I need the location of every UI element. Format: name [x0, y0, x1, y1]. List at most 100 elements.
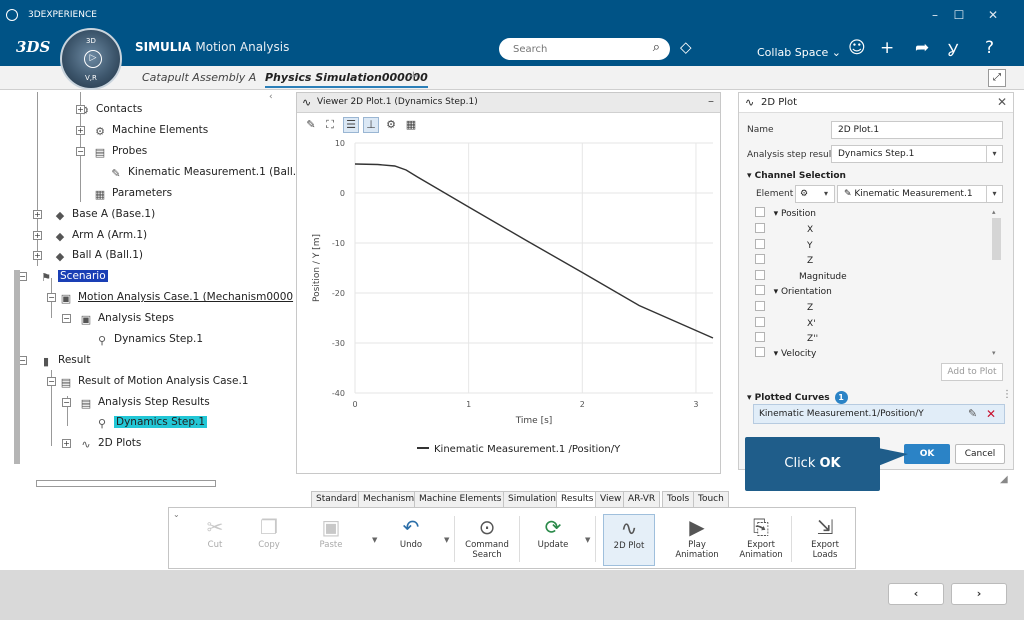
- channel-checkbox[interactable]: [755, 270, 765, 280]
- collapse-icon[interactable]: −: [47, 377, 56, 386]
- tab-ar-vr[interactable]: AR-VR: [623, 491, 661, 508]
- new-tab-icon[interactable]: +: [408, 69, 419, 84]
- channel-checkbox[interactable]: [755, 332, 765, 342]
- table-icon[interactable]: ▦: [403, 117, 419, 133]
- tree-item-kinematic-measurement[interactable]: ✎ Kinematic Measurement.1 (Ball.1: [108, 163, 302, 181]
- profile-icon[interactable]: ☺: [848, 38, 866, 58]
- element-type-dropdown[interactable]: ⚙ ▾: [795, 185, 835, 203]
- next-button[interactable]: ›: [951, 583, 1007, 605]
- delete-curve-icon[interactable]: ✕: [986, 405, 996, 423]
- tree-item-contacts[interactable]: ⚙Contacts: [76, 100, 142, 118]
- more-options-icon[interactable]: ⋮: [1002, 389, 1012, 400]
- cancel-button[interactable]: Cancel: [955, 444, 1005, 464]
- settings-icon[interactable]: ⚙: [383, 117, 399, 133]
- axis-toggle-icon[interactable]: ⊥: [363, 117, 379, 133]
- scroll-up-icon[interactable]: ▴: [992, 208, 996, 216]
- channel-orientation-z[interactable]: Z: [755, 301, 813, 316]
- share-icon[interactable]: ➦: [915, 38, 929, 58]
- channel-checkbox[interactable]: [755, 347, 765, 357]
- channel-x[interactable]: X: [755, 223, 813, 238]
- restore-icon[interactable]: ☐: [946, 5, 972, 25]
- collapse-icon[interactable]: −: [76, 147, 85, 156]
- tree-item-machine-elements[interactable]: ⚙ Machine Elements: [92, 121, 208, 139]
- channel-checkbox[interactable]: [755, 207, 765, 217]
- channel-checkbox[interactable]: [755, 239, 765, 249]
- play-animation-button[interactable]: ▶ Play Animation: [671, 514, 723, 566]
- collapse-icon[interactable]: −: [62, 314, 71, 323]
- search-icon[interactable]: ⌕: [653, 40, 660, 55]
- search-input[interactable]: [513, 41, 633, 57]
- scroll-down-icon[interactable]: ▾: [992, 349, 996, 357]
- chevron-down-icon[interactable]: ▼: [585, 536, 590, 544]
- minimize-viewer-icon[interactable]: –: [708, 94, 714, 108]
- tree-item-result-of-case[interactable]: ▤ Result of Motion Analysis Case.1: [58, 372, 249, 390]
- help-icon[interactable]: ?: [985, 38, 994, 58]
- name-field[interactable]: 2D Plot.1: [831, 121, 1003, 139]
- update-button[interactable]: ⟳ Update: [527, 514, 579, 566]
- edit-curve-icon[interactable]: ✎: [968, 405, 977, 423]
- collapse-icon[interactable]: −: [47, 293, 56, 302]
- tab-tools[interactable]: Tools: [662, 491, 695, 508]
- tree-item-parameters[interactable]: ▦ Parameters: [92, 184, 172, 202]
- channel-checkbox[interactable]: [755, 223, 765, 233]
- tab-simulation[interactable]: Simulation: [503, 491, 561, 508]
- tree-vertical-scrollbar[interactable]: [14, 270, 20, 464]
- plotted-curves-header[interactable]: ▾ Plotted Curves 1: [747, 391, 848, 404]
- tree-item-probes[interactable]: ▤ Probes: [92, 142, 147, 160]
- channel-z[interactable]: Z: [755, 254, 813, 269]
- maximize-icon[interactable]: ⤢: [988, 69, 1006, 87]
- chevron-down-icon[interactable]: ▾: [818, 186, 834, 202]
- channel-x-prime[interactable]: X': [755, 317, 816, 332]
- tree-item-base-a[interactable]: ◆ Base A (Base.1): [52, 205, 155, 223]
- export-animation-button[interactable]: ⎘ Export Animation: [735, 514, 787, 566]
- command-search-button[interactable]: ⊙ Command Search: [461, 514, 513, 566]
- tree-item-ball-a[interactable]: ◆ Ball A (Ball.1): [52, 246, 143, 264]
- 2d-plot-button[interactable]: ∿ 2D Plot: [603, 514, 655, 566]
- expand-icon[interactable]: +: [33, 251, 42, 260]
- collab-space-selector[interactable]: Collab Space ⌄: [757, 46, 841, 59]
- channel-checkbox[interactable]: [755, 301, 765, 311]
- chevron-down-icon[interactable]: ▼: [372, 536, 377, 544]
- channel-selection-header[interactable]: ▾ Channel Selection: [747, 171, 846, 181]
- tab-standard[interactable]: Standard: [311, 491, 362, 508]
- channel-magnitude[interactable]: Magnitude: [755, 270, 847, 285]
- ds-logo-icon[interactable]: 3DS: [16, 38, 50, 56]
- play-icon[interactable]: ▷: [84, 50, 102, 68]
- expand-icon[interactable]: +: [62, 439, 71, 448]
- add-to-plot-button[interactable]: Add to Plot: [941, 363, 1003, 381]
- tree-item-2d-plots[interactable]: ∿ 2D Plots: [78, 434, 141, 452]
- tab-results[interactable]: Results: [556, 491, 599, 508]
- close-window-icon[interactable]: ✕: [980, 5, 1006, 25]
- chevron-down-icon[interactable]: ⌄: [173, 510, 180, 519]
- apps-icon[interactable]: Ỿ: [948, 38, 958, 61]
- chevron-down-icon[interactable]: ▾: [986, 186, 1002, 202]
- channel-checkbox[interactable]: [755, 254, 765, 264]
- chevron-down-icon[interactable]: ▾: [986, 146, 1002, 162]
- tree-item-scenario[interactable]: ⚑ Scenario: [38, 267, 108, 285]
- ok-button[interactable]: OK: [904, 444, 950, 464]
- legend-toggle-icon[interactable]: ☰: [343, 117, 359, 133]
- tab-touch[interactable]: Touch: [693, 491, 729, 508]
- search-box[interactable]: ⌕: [499, 38, 670, 60]
- tab-mechanism[interactable]: Mechanism: [358, 491, 420, 508]
- channel-z-double-prime[interactable]: Z'': [755, 332, 818, 347]
- tree-item-analysis-steps[interactable]: ▣ Analysis Steps: [78, 309, 174, 327]
- tree-item-dynamics-step[interactable]: ⚲ Dynamics Step.1: [94, 330, 203, 348]
- channel-checkbox[interactable]: [755, 317, 765, 327]
- expand-icon[interactable]: +: [33, 210, 42, 219]
- add-icon[interactable]: +: [880, 38, 894, 58]
- tree-horizontal-scrollbar[interactable]: [36, 480, 216, 487]
- previous-button[interactable]: ‹: [888, 583, 944, 605]
- expand-icon[interactable]: +: [76, 126, 85, 135]
- chevron-down-icon[interactable]: ▼: [444, 536, 449, 544]
- tab-physics-simulation[interactable]: Physics Simulation000000: [265, 71, 428, 88]
- close-panel-icon[interactable]: ✕: [997, 95, 1007, 109]
- resize-grip-icon[interactable]: ◢: [1000, 474, 1008, 485]
- expand-icon[interactable]: +: [76, 105, 85, 114]
- tab-view[interactable]: View: [595, 491, 627, 508]
- cut-button[interactable]: ✂ Cut: [189, 514, 241, 566]
- plotted-curve-row[interactable]: Kinematic Measurement.1/Position/Y ✎ ✕: [753, 404, 1005, 424]
- channel-list-scrollbar[interactable]: [992, 218, 1001, 260]
- minimize-icon[interactable]: –: [922, 5, 948, 25]
- compass-widget[interactable]: 3D ▷ V,R: [60, 28, 122, 90]
